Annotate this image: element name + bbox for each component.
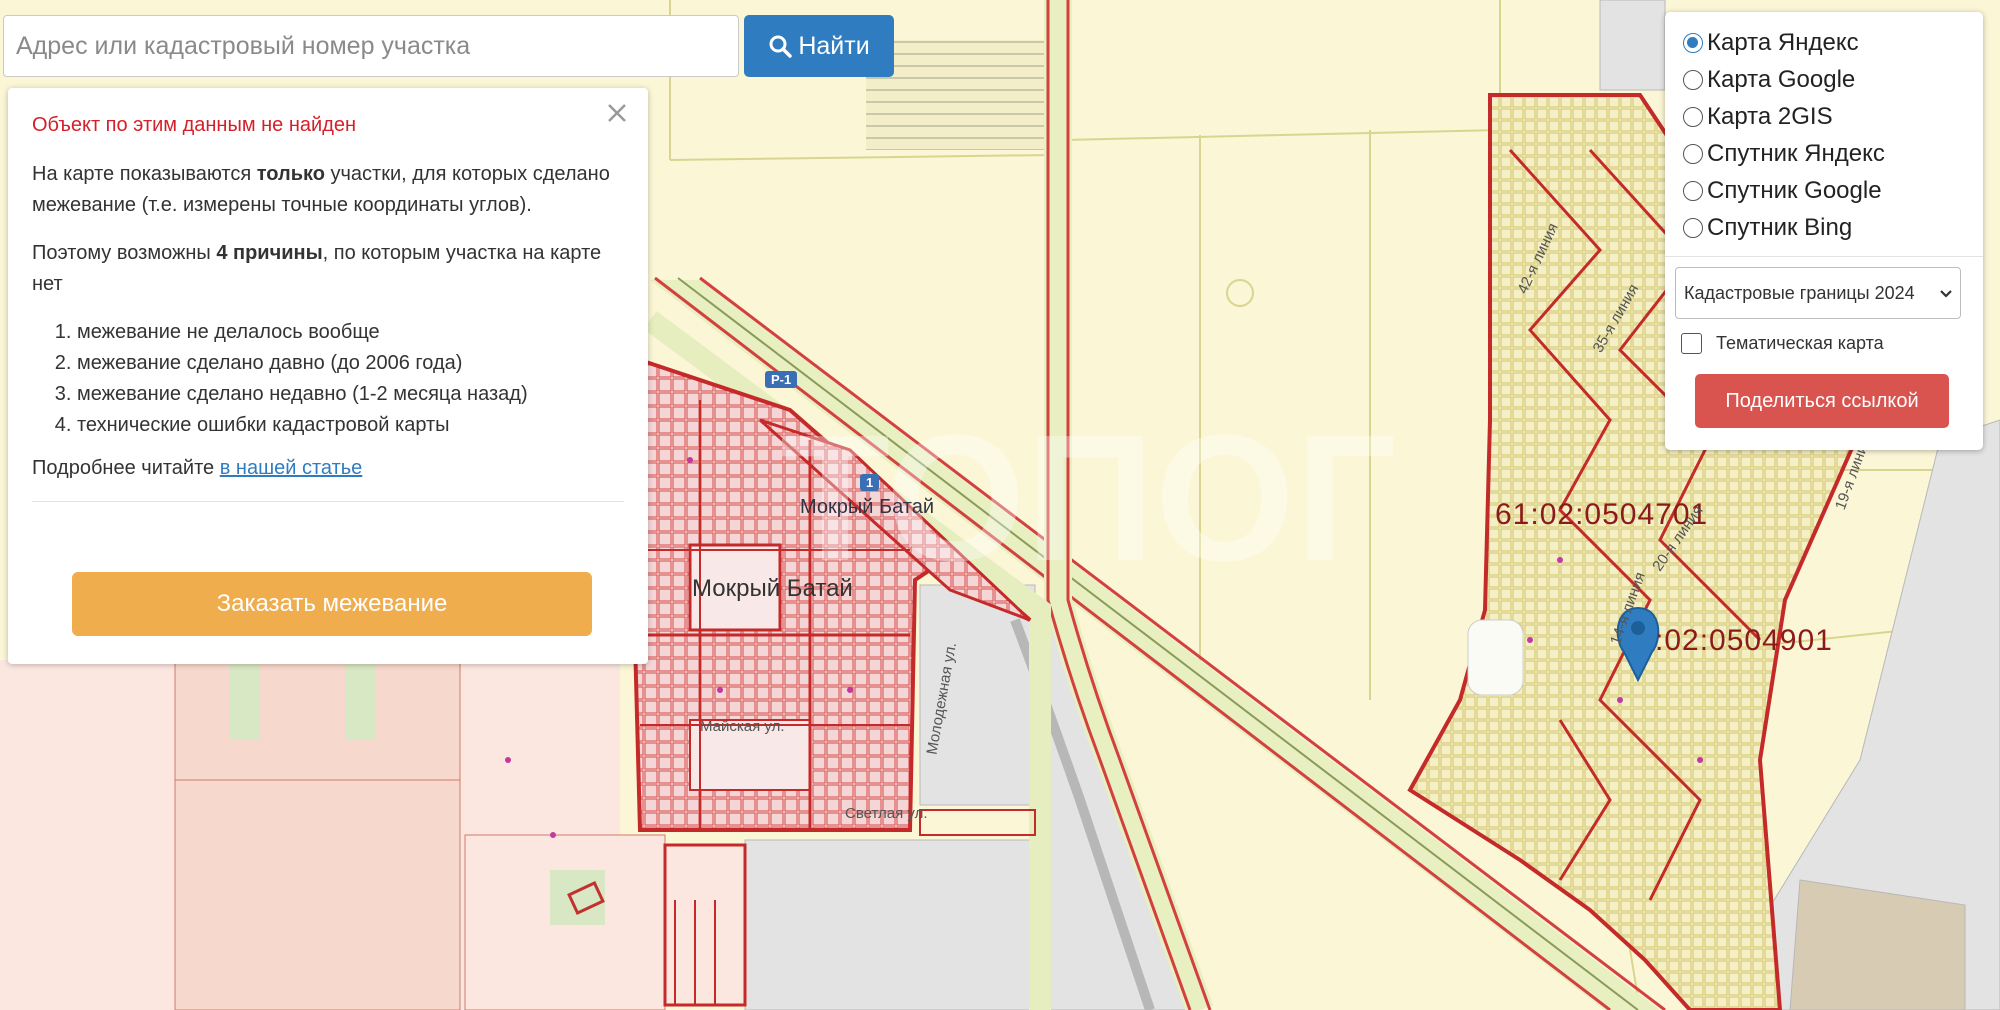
list-item: технические ошибки кадастровой карты xyxy=(77,410,624,441)
close-icon[interactable] xyxy=(600,96,634,130)
thematic-map-checkbox[interactable] xyxy=(1681,333,1702,354)
radio-button[interactable] xyxy=(1683,143,1703,164)
cadastral-layer-select-value: Кадастровые границы 2024 xyxy=(1684,282,1915,303)
list-item: межевание не делалось вообще xyxy=(77,317,624,348)
station-label: Мокрый Батай xyxy=(800,496,935,518)
left-pink-zone xyxy=(0,659,666,1010)
order-survey-button[interactable]: Заказать межевание xyxy=(72,572,592,636)
share-link-button[interactable]: Поделиться ссылкой xyxy=(1695,374,1949,428)
more-info-line: Подробнее читайте в нашей статье xyxy=(32,457,363,479)
search-input[interactable] xyxy=(3,15,739,77)
town-label: Мокрый Батай xyxy=(692,575,853,602)
basemap-option-2gis-map[interactable]: Карта 2GIS xyxy=(1683,98,1973,135)
search-button[interactable]: Найти xyxy=(744,15,894,77)
list-item: межевание сделано давно (до 2006 года) xyxy=(77,348,624,379)
road-badge-r1: Р-1 xyxy=(765,371,798,388)
radio-button[interactable] xyxy=(1683,106,1703,127)
radio-button[interactable] xyxy=(1683,69,1703,90)
info-paragraph-1: На карте показываются только участки, дл… xyxy=(32,163,610,216)
thematic-map-label: Тематическая карта xyxy=(1716,333,1884,353)
search-icon xyxy=(769,35,793,58)
divider xyxy=(1665,256,1983,257)
divider xyxy=(32,501,624,502)
radio-button[interactable] xyxy=(1683,32,1703,53)
street-label: Светлая ул. xyxy=(845,805,928,822)
thematic-map-toggle[interactable]: Тематическая карта xyxy=(1681,333,1973,354)
radio-button[interactable] xyxy=(1683,180,1703,201)
list-item: межевание сделано недавно (1-2 месяца на… xyxy=(77,379,624,410)
striped-field xyxy=(866,40,1056,150)
search-button-label: Найти xyxy=(798,31,870,60)
not-found-title: Объект по этим данным не найден xyxy=(32,114,357,136)
layers-panel: Карта Яндекс Карта Google Карта 2GIS Спу… xyxy=(1665,12,1983,450)
street-label: Майская ул. xyxy=(700,718,785,735)
road-badge-1: 1 xyxy=(860,474,880,491)
cadastral-layer-select[interactable]: Кадастровые границы 2024 xyxy=(1675,267,1961,319)
reasons-list: межевание не делалось вообще межевание с… xyxy=(32,317,624,441)
not-found-panel: Объект по этим данным не найден На карте… xyxy=(8,88,648,664)
chevron-down-icon xyxy=(1940,290,1952,298)
info-paragraph-2: Поэтому возможны 4 причины, по которым у… xyxy=(32,242,602,295)
radio-button[interactable] xyxy=(1683,217,1703,238)
basemap-option-bing-satellite[interactable]: Спутник Bing xyxy=(1683,209,1973,246)
basemap-option-yandex-satellite[interactable]: Спутник Яндекс xyxy=(1683,135,1973,172)
cadastral-label-0504901: :02:0504901 xyxy=(1655,624,1833,657)
basemap-option-google-satellite[interactable]: Спутник Google xyxy=(1683,172,1973,209)
basemap-option-google-map[interactable]: Карта Google xyxy=(1683,61,1973,98)
article-link[interactable]: в нашей статье xyxy=(220,457,363,479)
basemap-option-yandex-map[interactable]: Карта Яндекс xyxy=(1683,24,1973,61)
